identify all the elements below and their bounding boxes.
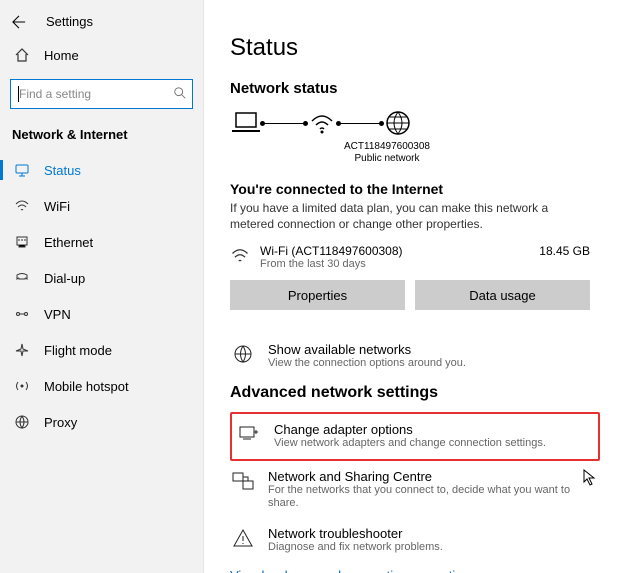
app-title: Settings — [46, 14, 93, 29]
text-cursor — [18, 86, 19, 102]
sidebar-item-dialup[interactable]: Dial-up — [0, 260, 203, 296]
show-available-networks[interactable]: Show available networks View the connect… — [230, 334, 600, 378]
globe-diagram-icon — [382, 109, 414, 137]
sidebar-item-hotspot[interactable]: Mobile hotspot — [0, 368, 203, 404]
home-label: Home — [44, 48, 79, 63]
network-troubleshooter[interactable]: Network troubleshooter Diagnose and fix … — [230, 518, 600, 562]
category-heading: Network & Internet — [0, 123, 203, 152]
setting-title: Show available networks — [268, 342, 466, 357]
sharing-icon — [232, 471, 254, 491]
connected-description: If you have a limited data plan, you can… — [230, 201, 575, 232]
sidebar-item-label: Proxy — [44, 415, 77, 430]
adapter-name: ACT118497600308 — [296, 141, 478, 153]
sidebar-item-label: Ethernet — [44, 235, 93, 250]
properties-button[interactable]: Properties — [230, 280, 405, 310]
search-input[interactable] — [10, 79, 193, 109]
wifi-diagram-icon — [306, 109, 338, 137]
usage-period: From the last 30 days — [260, 258, 403, 270]
proxy-icon — [14, 414, 30, 430]
setting-title: Network and Sharing Centre — [268, 469, 598, 484]
ethernet-icon — [14, 234, 30, 250]
sidebar-item-wifi[interactable]: WiFi — [0, 188, 203, 224]
connected-heading: You're connected to the Internet — [230, 181, 613, 197]
vpn-icon — [14, 306, 30, 322]
back-icon[interactable] — [12, 15, 26, 29]
network-diagram — [230, 109, 613, 137]
hotspot-icon — [14, 378, 30, 394]
sidebar-item-status[interactable]: Status — [0, 152, 203, 188]
usage-adapter-name: Wi-Fi (ACT118497600308) — [260, 244, 403, 258]
status-icon — [14, 162, 30, 178]
sidebar-item-vpn[interactable]: VPN — [0, 296, 203, 332]
sidebar-item-flightmode[interactable]: Flight mode — [0, 332, 203, 368]
sidebar-item-label: Mobile hotspot — [44, 379, 129, 394]
laptop-icon — [230, 109, 262, 137]
network-status-heading: Network status — [230, 80, 613, 97]
sidebar-item-label: Status — [44, 163, 81, 178]
network-sharing-centre[interactable]: Network and Sharing Centre For the netwo… — [230, 461, 600, 518]
sidebar-item-label: Dial-up — [44, 271, 85, 286]
setting-desc: View network adapters and change connect… — [274, 437, 546, 450]
advanced-heading: Advanced network settings — [230, 384, 613, 402]
sidebar: Settings Home Network & Internet Status … — [0, 0, 204, 573]
sidebar-item-ethernet[interactable]: Ethernet — [0, 224, 203, 260]
airplane-icon — [14, 342, 30, 358]
sidebar-item-label: VPN — [44, 307, 71, 322]
wifi-icon — [14, 198, 30, 214]
usage-amount: 18.45 GB — [539, 244, 590, 258]
globe-icon — [232, 344, 254, 364]
sidebar-item-proxy[interactable]: Proxy — [0, 404, 203, 440]
sidebar-item-label: WiFi — [44, 199, 70, 214]
home-icon — [14, 47, 30, 63]
setting-title: Change adapter options — [274, 422, 546, 437]
main-content: Status Network status ACT118497600308 Pu… — [204, 0, 625, 573]
adapter-icon — [238, 424, 260, 444]
setting-desc: For the networks that you connect to, de… — [268, 484, 598, 510]
setting-desc: View the connection options around you. — [268, 357, 466, 370]
network-profile: Public network — [296, 153, 478, 165]
setting-desc: Diagnose and fix network problems. — [268, 541, 443, 554]
sidebar-item-label: Flight mode — [44, 343, 112, 358]
hardware-properties-link[interactable]: View hardware and connection properties — [230, 568, 613, 573]
page-title: Status — [230, 34, 613, 62]
warning-icon — [232, 528, 254, 548]
data-usage-button[interactable]: Data usage — [415, 280, 590, 310]
dialup-icon — [14, 270, 30, 286]
home-button[interactable]: Home — [0, 39, 203, 71]
setting-title: Network troubleshooter — [268, 526, 443, 541]
change-adapter-options[interactable]: Change adapter options View network adap… — [230, 412, 600, 460]
wifi-icon — [230, 246, 250, 266]
